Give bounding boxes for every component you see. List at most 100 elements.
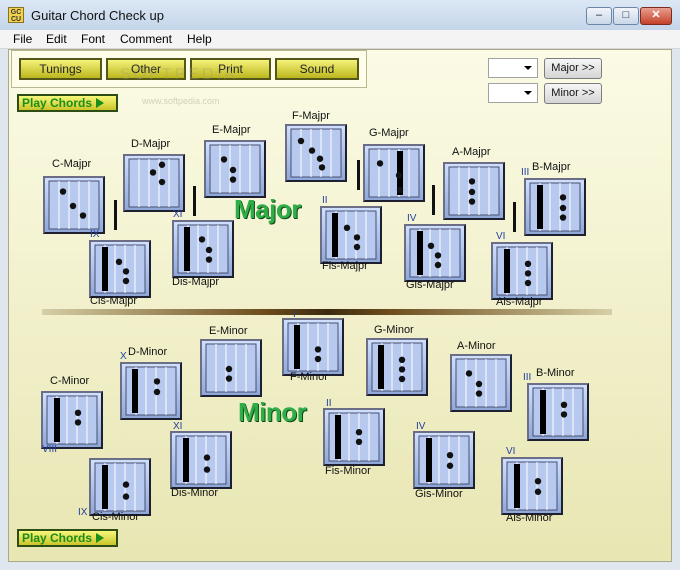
barre-mark [102,247,108,291]
chord-diagram[interactable] [41,391,103,449]
barre-mark [540,390,546,434]
chord-grid [409,228,461,278]
tunings-button[interactable]: Tunings [19,58,102,80]
chord-diagram[interactable] [524,178,586,236]
menu-edit[interactable]: Edit [46,32,67,46]
chord-diagram[interactable] [43,176,105,234]
chord-diagram[interactable] [366,338,428,396]
chord-label: E-Minor [209,325,248,337]
close-button[interactable]: ✕ [640,7,672,25]
watermark-url: www.softpedia.com [142,96,220,106]
sound-button[interactable]: Sound [275,58,359,80]
chord-diagram[interactable] [285,124,347,182]
chord-label: F-Majpr [292,110,330,122]
chord-diagram[interactable] [443,162,505,220]
fret-position-label: VI [506,446,516,457]
chord-diagram[interactable] [120,362,182,420]
minimize-button[interactable]: – [586,7,612,25]
chord-diagram[interactable] [204,140,266,198]
finger-dot [74,409,82,416]
chord-diagram[interactable] [89,458,151,516]
finger-dot [396,186,404,193]
chord-label: Dis-Minor [171,487,219,499]
chord-label: B-Majpr [532,161,571,173]
maximize-button[interactable]: □ [613,7,639,25]
barre-mark [183,438,189,482]
chord-diagram[interactable] [363,144,425,202]
chord-diagram[interactable] [123,154,185,212]
finger-dot [229,176,237,183]
menu-font[interactable]: Font [81,32,105,46]
chord-diagram[interactable] [172,220,234,278]
barre-mark [332,213,338,257]
major-next-button[interactable]: Major >> [544,58,602,79]
finger-dot [534,488,542,495]
finger-dot [343,224,351,231]
major-title: Major [234,194,301,224]
chord-diagram[interactable] [413,431,475,489]
play-chords-major-button[interactable]: Play Chords [17,94,118,112]
chord-grid [287,322,339,372]
finger-dot [434,252,442,259]
finger-dot [395,172,403,179]
fretboard [290,128,342,178]
chord-diagram[interactable] [89,240,151,298]
chord-diagram[interactable] [450,354,512,412]
menu-help[interactable]: Help [187,32,212,46]
chord-diagram[interactable] [527,383,589,441]
finger-dot [398,366,406,373]
finger-dot [353,243,361,251]
finger-dot [122,481,130,488]
chord-label: C-Majpr [52,158,92,170]
chord-label: Gis-Minor [415,488,463,500]
minor-next-button[interactable]: Minor >> [544,83,602,104]
chord-label: Cis-Majpr [90,295,138,307]
watermark: SOFTPEDIA [120,66,238,83]
app-icon: GC CU [8,7,24,23]
finger-dot [149,169,157,176]
finger-dot [355,438,363,445]
finger-dot [475,390,483,397]
major-select[interactable] [488,58,538,78]
separator [357,160,360,190]
play-icon [96,533,105,543]
fret-position-label: III [521,167,530,178]
chord-grid [290,128,342,178]
window-title: Guitar Chord Check up [31,8,164,23]
chevron-down-icon [524,91,532,95]
chord-grid [128,158,180,208]
chord-grid [529,182,581,232]
finger-dot [434,261,442,269]
chord-grid [48,180,100,230]
menu-file[interactable]: File [13,32,32,46]
finger-dot [308,147,316,154]
finger-dot [205,246,213,254]
chord-diagram[interactable] [404,224,466,282]
chord-label: A-Minor [457,340,496,352]
minor-select[interactable] [488,83,538,103]
chord-diagram[interactable] [491,242,553,300]
fret-position-label: VIII [42,444,58,455]
chord-label: D-Majpr [131,138,171,150]
play-chords-minor-button[interactable]: Play Chords [17,529,118,547]
menu-comment[interactable]: Comment [120,32,172,46]
fret-position-label: XI [173,421,183,432]
finger-dot [153,378,161,385]
finger-dot [446,452,454,459]
chord-diagram[interactable] [320,206,382,264]
chord-grid [496,246,548,296]
chord-label: Fis-Minor [325,465,371,477]
barre-mark [504,249,510,293]
fret-position-label: II [326,398,332,409]
chord-diagram[interactable] [501,457,563,515]
chord-diagram[interactable] [282,318,344,376]
fretboard [368,148,420,198]
finger-dot [560,401,568,408]
chord-diagram[interactable] [323,408,385,466]
finger-dot [314,355,322,363]
finger-dot [122,277,130,285]
fretboard [128,158,180,208]
chord-label: A-Majpr [452,146,491,158]
chord-diagram[interactable] [170,431,232,489]
chord-diagram[interactable] [200,339,262,397]
